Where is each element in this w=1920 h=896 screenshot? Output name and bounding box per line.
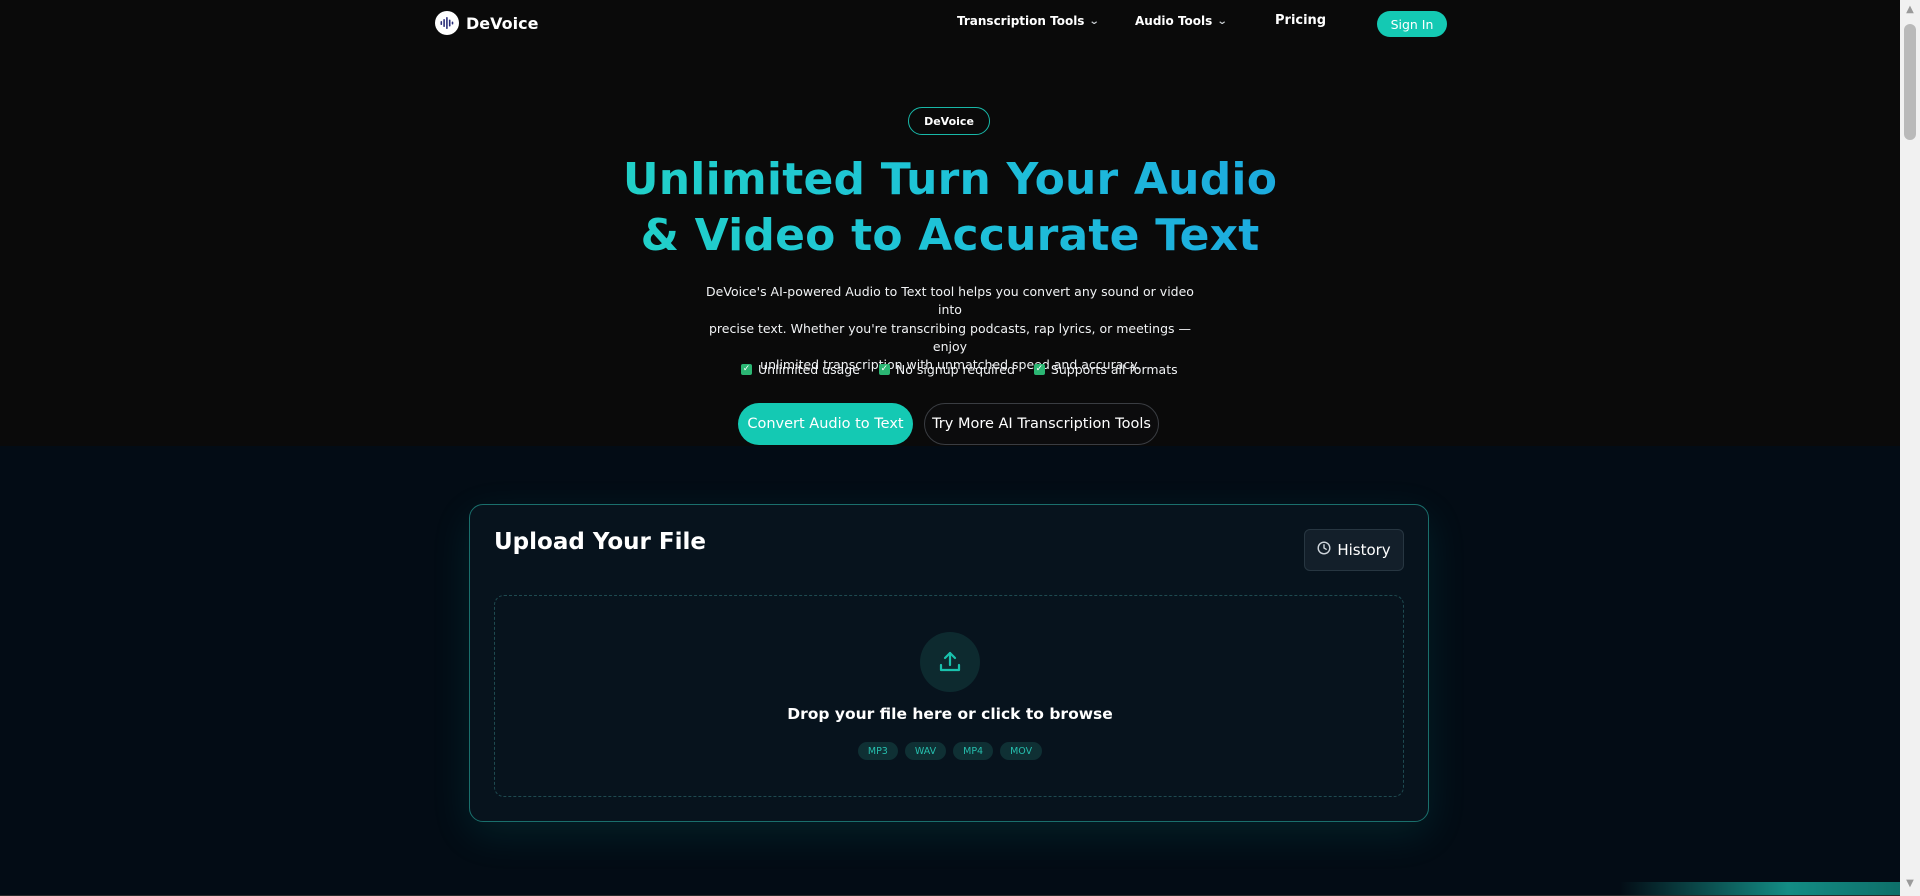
headline-line-1: Unlimited Turn Your Audio [622, 154, 1278, 205]
drop-instructions: Drop your file here or click to browse [787, 705, 1113, 723]
upload-title: Upload Your File [494, 529, 706, 555]
more-tools-button[interactable]: Try More AI Transcription Tools [924, 403, 1159, 445]
hero-badge: DeVoice [908, 107, 990, 135]
convert-audio-button[interactable]: Convert Audio to Text [738, 403, 913, 445]
checkbox-checked-icon: ✓ [878, 364, 890, 375]
feature-item: ✓ Unlimited usage [741, 362, 860, 377]
format-tag: MP4 [953, 742, 994, 760]
scrollbar-thumb[interactable] [1904, 24, 1916, 140]
feature-label: No signup required [895, 362, 1015, 377]
checkbox-checked-icon: ✓ [1033, 364, 1045, 375]
upload-card: Upload Your File History Drop your file … [469, 504, 1429, 822]
page: DeVoice Transcription Tools ⌄ Audio Tool… [0, 0, 1900, 896]
format-tag: WAV [904, 742, 947, 760]
nav-item-label: Pricing [1275, 13, 1327, 28]
upload-icon [920, 632, 980, 692]
format-tag: MP3 [857, 742, 898, 760]
checkbox-checked-icon: ✓ [741, 364, 752, 375]
feature-list: ✓ Unlimited usage ✓ No signup required ✓… [741, 362, 1178, 377]
history-button[interactable]: History [1304, 529, 1404, 571]
history-label: History [1337, 541, 1391, 559]
subtitle-line-2: precise text. Whether you're transcribin… [709, 320, 1191, 354]
hero-headline: Unlimited Turn Your Audio & Video to Acc… [560, 152, 1340, 264]
subtitle-line-1: DeVoice's AI-powered Audio to Text tool … [706, 284, 1194, 318]
nav-transcription-tools[interactable]: Transcription Tools ⌄ [957, 14, 1101, 28]
brand-logo[interactable]: DeVoice [435, 11, 538, 35]
scroll-down-arrow-icon[interactable]: ▼ [1904, 878, 1916, 890]
chevron-down-icon: ⌄ [1089, 15, 1101, 27]
feature-label: Unlimited usage [758, 362, 860, 377]
corner-decoration [1620, 882, 1900, 896]
feature-label: Supports all formats [1050, 362, 1178, 377]
nav-item-label: Audio Tools [1135, 14, 1213, 28]
file-drop-zone[interactable]: Drop your file here or click to browse M… [494, 595, 1404, 797]
scroll-up-arrow-icon[interactable]: ▲ [1904, 4, 1916, 16]
nav-item-label: Transcription Tools [957, 14, 1085, 28]
format-tags: MP3 WAV MP4 MOV [495, 742, 1405, 760]
sound-wave-icon [435, 11, 459, 35]
hero-subtitle: DeVoice's AI-powered Audio to Text tool … [700, 283, 1200, 374]
feature-item: ✓ Supports all formats [1033, 362, 1178, 377]
feature-item: ✓ No signup required [878, 362, 1015, 377]
headline-line-2: & Video to Accurate Text [640, 210, 1260, 261]
nav-audio-tools[interactable]: Audio Tools ⌄ [1135, 14, 1228, 28]
format-tag: MOV [1000, 742, 1043, 760]
brand-name: DeVoice [466, 13, 539, 33]
nav-pricing[interactable]: Pricing [1275, 13, 1326, 28]
chevron-down-icon: ⌄ [1217, 15, 1228, 27]
vertical-scrollbar[interactable]: ▲ ▼ [1900, 0, 1920, 896]
clock-icon [1317, 541, 1331, 559]
top-nav: DeVoice Transcription Tools ⌄ Audio Tool… [0, 0, 1900, 46]
sign-in-button[interactable]: Sign In [1377, 11, 1447, 37]
